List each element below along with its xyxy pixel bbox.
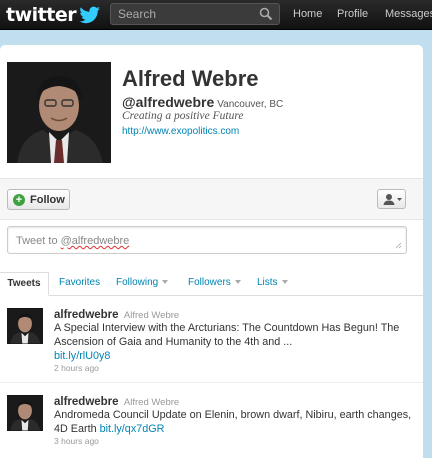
nav-profile[interactable]: Profile (337, 8, 368, 20)
tweet-item[interactable]: alfredwebre Alfred Webre Andromeda Counc… (0, 384, 423, 458)
profile-avatar[interactable] (7, 62, 111, 163)
follow-label: Follow (30, 193, 65, 206)
profile-name: Alfred Webre (122, 66, 259, 91)
profile-bio: Creating a positive Future (122, 110, 244, 122)
tweet-body: A Special Interview with the Arcturians:… (54, 322, 400, 348)
tweet-header: alfredwebre Alfred Webre (54, 307, 179, 321)
nav-messages[interactable]: Messages (385, 8, 432, 20)
tab-followers[interactable]: Followers (188, 272, 241, 296)
search-icon[interactable] (259, 7, 273, 21)
tab-lists-label: Lists (257, 277, 278, 288)
profile-handle: @alfredwebre (122, 94, 215, 110)
tweet-avatar-photo (7, 308, 43, 344)
search-input[interactable] (111, 4, 256, 24)
tweet-avatar[interactable] (7, 308, 43, 344)
logo-text: twitter (6, 4, 77, 26)
profile-url[interactable]: http://www.exopolitics.com (122, 126, 239, 137)
user-menu-button[interactable] (377, 189, 406, 209)
chevron-down-icon (234, 280, 241, 285)
tweet-username[interactable]: alfredwebre (54, 309, 119, 321)
tab-following-label: Following (116, 277, 159, 288)
tweet-to-prefix: Tweet to (16, 235, 61, 247)
profile-panel: Alfred Webre @alfredwebre Vancouver, BC C… (0, 45, 423, 458)
tweet-link[interactable]: bit.ly/qx7dGR (100, 423, 165, 435)
resize-grip-icon[interactable] (395, 242, 402, 249)
tweet-to-handle: @alfredwebre (60, 235, 130, 247)
profile-location: Vancouver, BC (217, 99, 284, 110)
chevron-down-icon (162, 280, 169, 285)
tweet-to-input[interactable]: Tweet to @alfredwebre (7, 226, 407, 254)
tab-followers-label: Followers (188, 277, 231, 288)
plus-icon: + (13, 193, 25, 206)
tweet-fullname: Alfred Webre (123, 397, 180, 408)
nav-home[interactable]: Home (293, 8, 322, 20)
tweet-avatar-photo (7, 395, 43, 431)
tab-tweets[interactable]: Tweets (0, 272, 49, 296)
tab-favorites[interactable]: Favorites (59, 272, 100, 296)
chevron-down-icon (281, 280, 288, 285)
tab-following[interactable]: Following (116, 272, 169, 296)
tweet-timestamp[interactable]: 2 hours ago (54, 363, 99, 373)
search-box (110, 3, 280, 25)
follow-button[interactable]: + Follow (7, 189, 70, 210)
tweet-link[interactable]: bit.ly/rlU0y8 (54, 350, 110, 362)
profile-photo (7, 62, 111, 163)
profile-actions-bar: + Follow (0, 178, 423, 220)
tweet-timestamp[interactable]: 3 hours ago (54, 436, 99, 446)
tweet-to-placeholder: Tweet to @alfredwebre (16, 235, 129, 247)
tweet-avatar[interactable] (7, 395, 43, 431)
tweet-item[interactable]: alfredwebre Alfred Webre A Special Inter… (0, 297, 423, 383)
tweet-header: alfredwebre Alfred Webre (54, 394, 179, 408)
tweet-text: A Special Interview with the Arcturians:… (54, 321, 414, 363)
handle-row: @alfredwebre Vancouver, BC (122, 94, 283, 110)
tweet-username[interactable]: alfredwebre (54, 396, 119, 408)
top-bar: twitter Home Profile Messages (0, 0, 432, 30)
profile-tabs: Tweets Favorites Following Followers Lis… (0, 272, 423, 296)
user-icon (383, 194, 402, 205)
tweet-fullname: Alfred Webre (123, 310, 180, 321)
tab-lists[interactable]: Lists (257, 272, 288, 296)
bird-icon (79, 6, 100, 24)
tweet-text: Andromeda Council Update on Elenin, brow… (54, 408, 414, 436)
